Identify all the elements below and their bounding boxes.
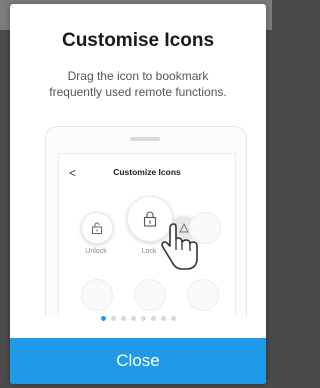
page-dot[interactable] [110,316,116,321]
unlock-icon [92,222,102,234]
close-button[interactable]: Close [10,338,266,384]
phone-screen: < Customize Icons Unlock Lock [58,153,236,317]
page-dot[interactable] [120,316,126,321]
phone-speaker [130,137,160,141]
page-dot[interactable] [140,316,146,321]
lock-icon [143,211,157,227]
unlock-icon-button [81,212,113,244]
pointing-hand-icon [161,223,198,270]
ghost-icon-slot [134,279,166,311]
page-indicator [10,316,266,321]
page-dot[interactable] [160,316,166,321]
subtitle-line-1: Drag the icon to bookmark [67,69,209,83]
page-dot[interactable] [100,316,106,321]
ghost-icon-slot [81,279,113,311]
customise-icons-dialog: Customise Icons Drag the icon to bookmar… [10,4,266,384]
page-dot[interactable] [130,316,136,321]
subtitle-line-2: frequently used remote functions. [49,85,227,99]
dialog-subtitle: Drag the icon to bookmark frequently use… [10,68,266,100]
phone-illustration: < Customize Icons Unlock Lock [45,126,247,317]
dialog-title: Customise Icons [61,30,215,51]
page-dot[interactable] [150,316,156,321]
page-dot[interactable] [170,316,176,321]
unlock-label: Unlock [85,248,107,255]
screen-title: Customize Icons [113,167,181,177]
ghost-icon-slot [187,279,219,311]
